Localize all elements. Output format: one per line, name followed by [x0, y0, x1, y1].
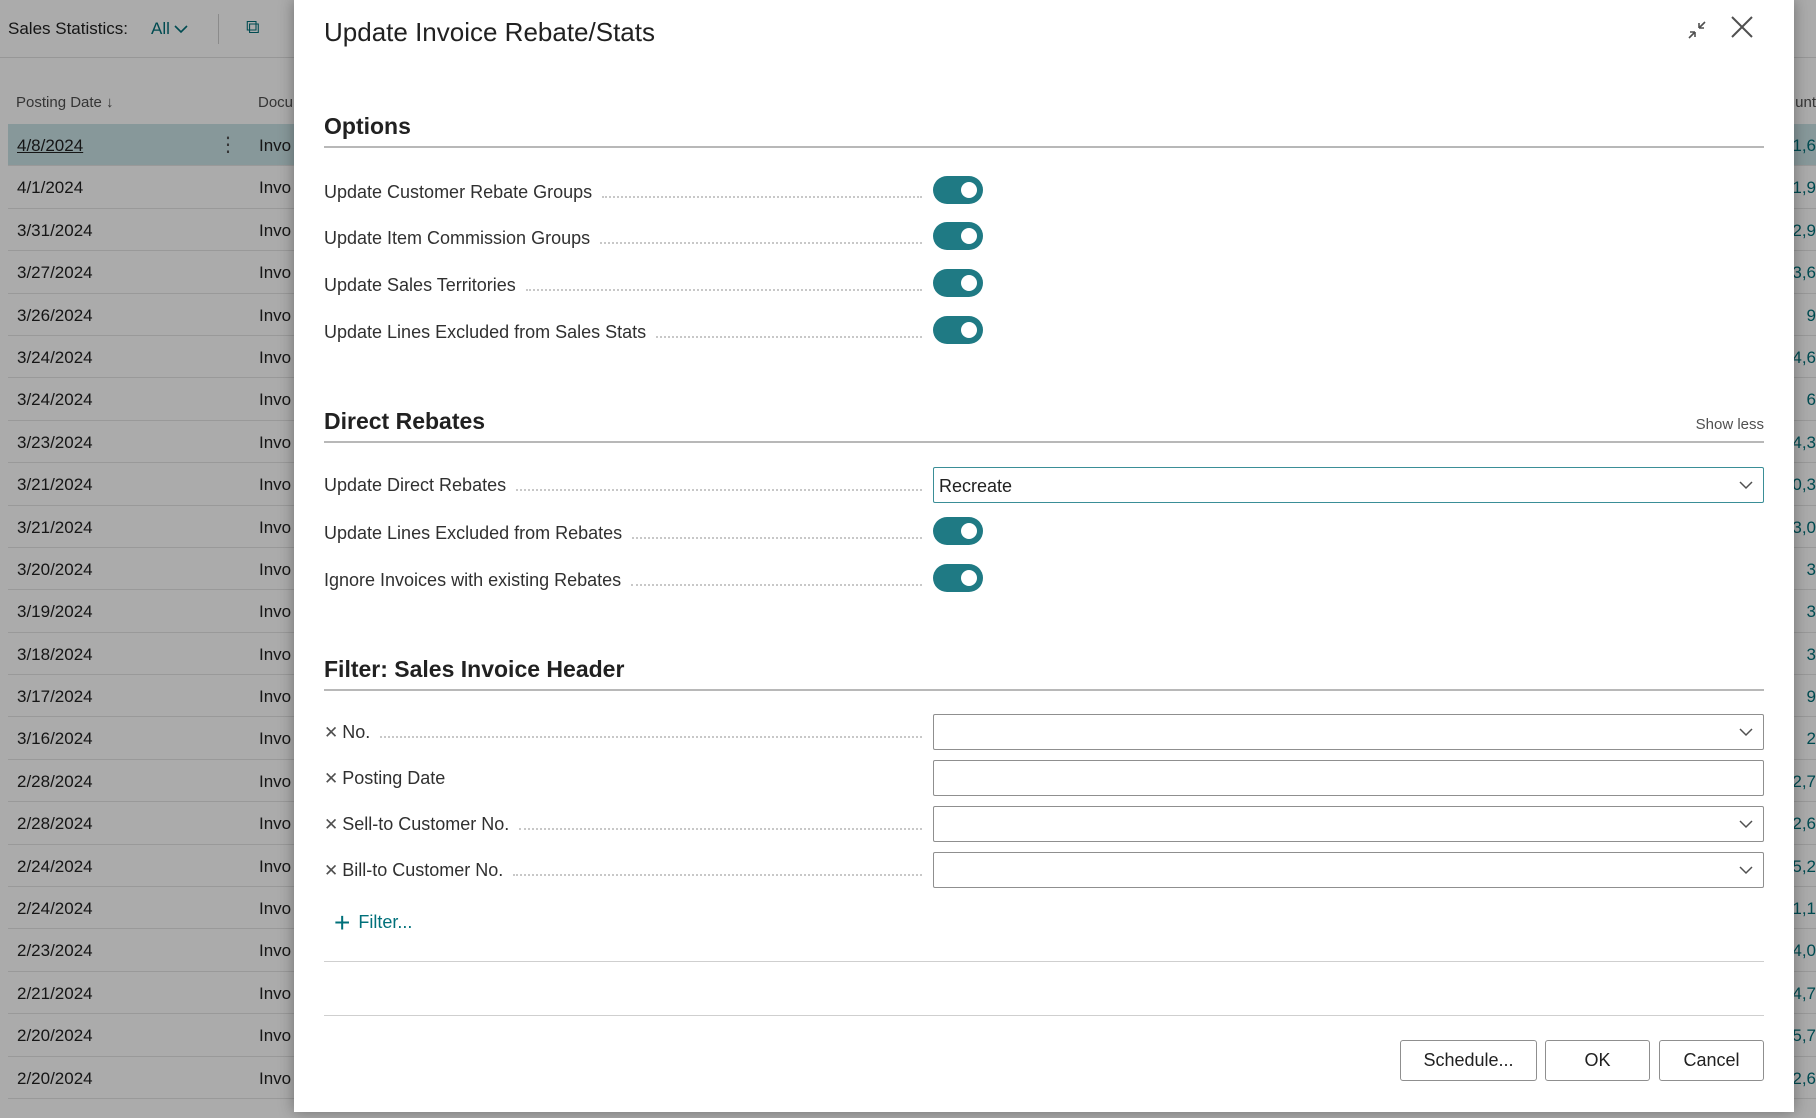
filter-no-field: ✕ No.	[324, 714, 1764, 750]
cancel-button[interactable]: Cancel	[1659, 1040, 1764, 1081]
filter-heading: Filter: Sales Invoice Header	[324, 656, 625, 682]
remove-filter-icon[interactable]: ✕	[324, 815, 338, 835]
select-value: Recreate	[939, 476, 1013, 496]
close-icon[interactable]	[1727, 14, 1757, 44]
field-label: Update Lines Excluded from Rebates	[324, 523, 623, 543]
show-less-link[interactable]: Show less	[1696, 416, 1764, 433]
update-item-commission-groups-field: Update Item Commission Groups	[324, 220, 1764, 256]
chevron-down-icon	[1739, 481, 1753, 490]
add-filter-label: Filter...	[358, 912, 413, 932]
filter-sell-to-customer-input[interactable]	[933, 806, 1764, 842]
update-customer-rebate-groups-field: Update Customer Rebate Groups	[324, 174, 1764, 210]
filter-bill-to-customer-field: ✕ Bill-to Customer No.	[324, 852, 1764, 888]
update-direct-rebates-select[interactable]: Recreate	[933, 467, 1764, 503]
filter-sell-to-customer-field: ✕ Sell-to Customer No.	[324, 806, 1764, 842]
add-filter-button[interactable]: + Filter...	[334, 906, 413, 938]
update-lines-excluded-sales-stats-field: Update Lines Excluded from Sales Stats	[324, 314, 1764, 350]
schedule-button[interactable]: Schedule...	[1400, 1040, 1537, 1081]
field-label: Sell-to Customer No.	[342, 814, 510, 834]
filter-section-header: Filter: Sales Invoice Header	[324, 656, 1764, 691]
remove-filter-icon[interactable]: ✕	[324, 861, 338, 881]
update-direct-rebates-field: Update Direct Rebates Recreate	[324, 467, 1764, 503]
divider	[324, 961, 1764, 962]
filter-posting-date-input[interactable]	[933, 760, 1764, 796]
plus-icon: +	[334, 906, 351, 938]
remove-filter-icon[interactable]: ✕	[324, 723, 338, 743]
remove-filter-icon[interactable]: ✕	[324, 769, 338, 789]
dialog-title: Update Invoice Rebate/Stats	[324, 17, 655, 47]
chevron-down-icon[interactable]	[1739, 863, 1753, 877]
update-lines-excluded-rebates-toggle[interactable]	[933, 517, 983, 545]
collapse-icon[interactable]	[1683, 16, 1711, 44]
ok-button[interactable]: OK	[1545, 1040, 1650, 1081]
options-section-header: Options	[324, 113, 1764, 148]
divider	[324, 1015, 1764, 1016]
update-sales-territories-toggle[interactable]	[933, 269, 983, 297]
filter-bill-to-customer-input[interactable]	[933, 852, 1764, 888]
update-customer-rebate-groups-toggle[interactable]	[933, 176, 983, 204]
field-label: Update Customer Rebate Groups	[324, 182, 593, 202]
update-sales-territories-field: Update Sales Territories	[324, 267, 1764, 303]
field-label: Update Sales Territories	[324, 275, 516, 295]
field-label: Update Item Commission Groups	[324, 228, 591, 248]
field-label: Posting Date	[342, 768, 446, 788]
chevron-down-icon[interactable]	[1739, 725, 1753, 739]
update-item-commission-groups-toggle[interactable]	[933, 222, 983, 250]
chevron-down-icon[interactable]	[1739, 817, 1753, 831]
direct-rebates-heading: Direct Rebates	[324, 408, 486, 434]
field-label: Update Lines Excluded from Sales Stats	[324, 322, 647, 342]
update-lines-excluded-rebates-field: Update Lines Excluded from Rebates	[324, 515, 1764, 551]
filter-posting-date-field: ✕ Posting Date	[324, 760, 1764, 796]
filter-no-input[interactable]	[933, 714, 1764, 750]
direct-rebates-section-header: Direct Rebates Show less	[324, 408, 1764, 443]
ignore-invoices-existing-rebates-toggle[interactable]	[933, 564, 983, 592]
field-label: Bill-to Customer No.	[342, 860, 504, 880]
field-label: No.	[342, 722, 371, 742]
options-heading: Options	[324, 113, 411, 139]
update-lines-excluded-sales-stats-toggle[interactable]	[933, 316, 983, 344]
update-invoice-dialog: Update Invoice Rebate/Stats Options Upda…	[294, 0, 1794, 1112]
field-label: Update Direct Rebates	[324, 475, 507, 495]
field-label: Ignore Invoices with existing Rebates	[324, 570, 622, 590]
ignore-invoices-existing-rebates-field: Ignore Invoices with existing Rebates	[324, 562, 1764, 598]
